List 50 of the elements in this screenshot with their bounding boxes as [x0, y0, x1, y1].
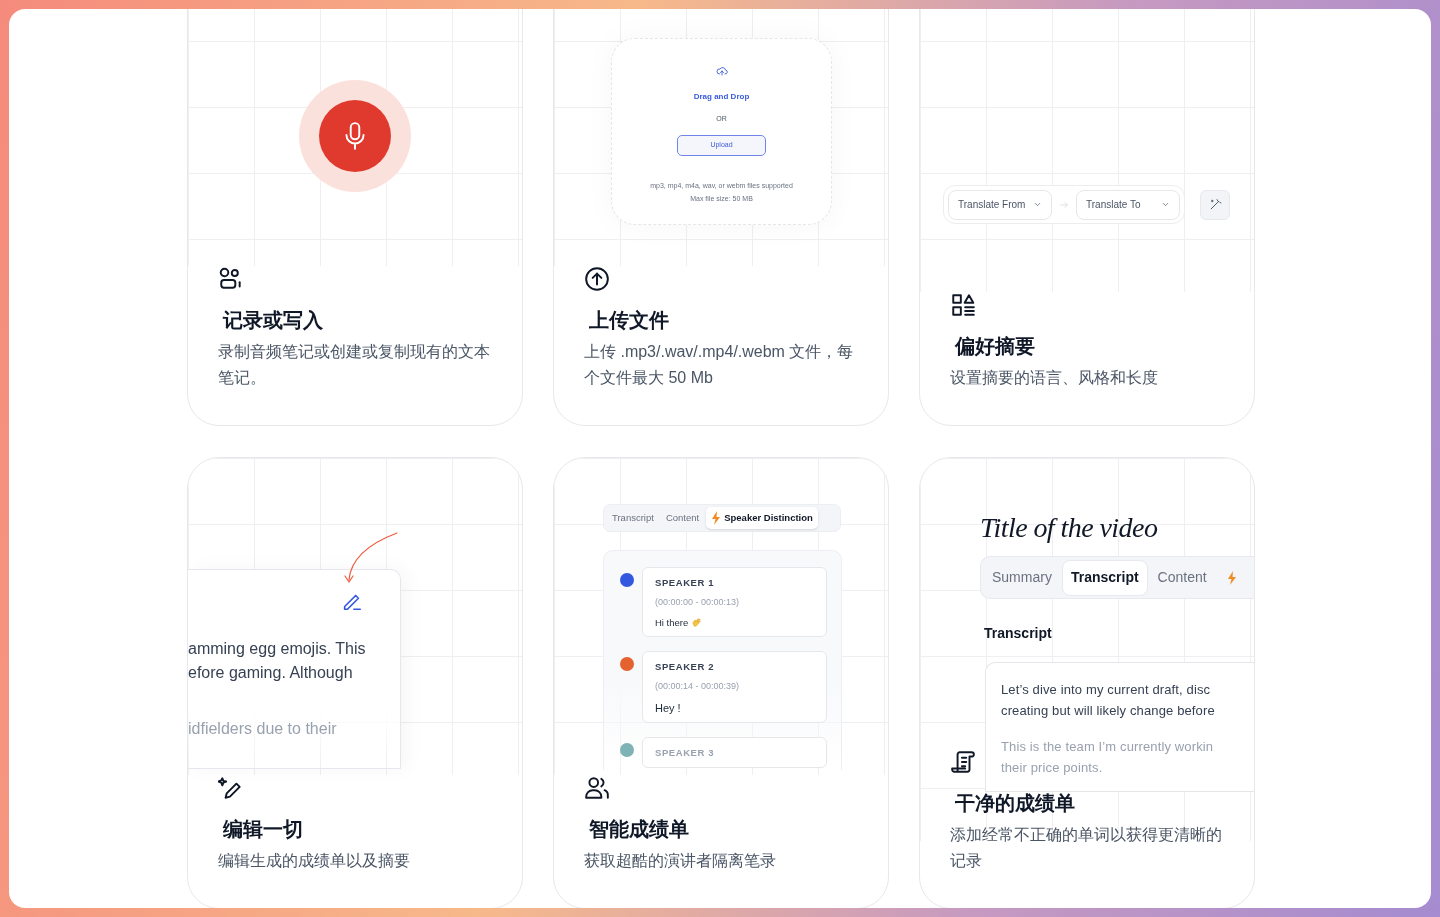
card-title: 记录或写入 — [223, 308, 324, 333]
section-heading: Transcript — [983, 624, 1053, 643]
editor-text-line: efore gaming. Although — [188, 664, 354, 682]
shapes-icon — [950, 292, 976, 318]
tab[interactable]: Content — [660, 507, 705, 529]
card-title: 偏好摘要 — [955, 334, 1036, 359]
editor-text-line: idfielders due to their — [188, 720, 338, 738]
card-description: 编辑生成的成绩单以及摘要 — [218, 851, 411, 871]
people-icon — [218, 266, 244, 292]
transcript-line: Let’s dive into my current draft, disc — [1001, 681, 1212, 699]
language-dropdown[interactable]: Translate To — [1076, 189, 1180, 220]
arrow-right-icon — [1059, 199, 1069, 210]
scroll-icon — [950, 749, 976, 775]
cloud-upload-icon — [715, 65, 728, 77]
chevron-down-icon — [1033, 200, 1042, 209]
transcript-line: their price points. — [1001, 759, 1104, 777]
editor-text-line: amming egg emojis. This — [188, 640, 367, 658]
users-icon — [584, 775, 610, 801]
tab[interactable]: Transcript — [607, 507, 659, 529]
card-title: 智能成绩单 — [589, 817, 690, 842]
card-title: 干净的成绩单 — [955, 791, 1076, 816]
bolt-icon — [711, 511, 722, 525]
speaker-message: Hey ! — [655, 700, 681, 716]
language-dropdown[interactable]: Translate From — [948, 189, 1052, 220]
upload-heading: Drag and Drop — [693, 91, 750, 103]
upload-icon — [584, 266, 610, 292]
tab[interactable]: Transcript — [1061, 559, 1148, 596]
video-title: Title of the video — [980, 511, 1159, 545]
tab[interactable]: Speaker Distinction — [706, 507, 818, 529]
transcript-line: creating but will likely change before — [1001, 702, 1216, 720]
magic-wand-icon — [1208, 198, 1222, 211]
card-description: 添加经常不正确的单词以获得更清晰的记录 — [950, 825, 1223, 871]
speaker-message: Hi there — [655, 615, 689, 630]
timestamp: (00:00:14 - 00:00:39) — [655, 680, 741, 694]
text-editor-panel[interactable]: amming egg emojis. This efore gaming. Although idfielders due to their — [188, 569, 401, 769]
card-description: 获取超酷的演讲者隔离笔录 — [584, 851, 777, 871]
speaker-name: SPEAKER 2 — [655, 660, 715, 674]
speaker-name: SPEAKER 3 — [655, 746, 715, 761]
chevron-down-icon — [1161, 200, 1170, 209]
bolt-icon — [1226, 570, 1237, 585]
card-title: 编辑一切 — [223, 817, 304, 842]
transcript-line: This is the team I’m currently workin — [1001, 738, 1215, 756]
card-description: 上传 .mp3/.wav/.mp4/.webm 文件，每个文件最大 50 Mb — [584, 342, 855, 388]
speaker-name: SPEAKER 1 — [655, 576, 715, 590]
tab[interactable]: Summary — [984, 559, 1060, 596]
tab[interactable]: Content — [1149, 559, 1215, 596]
timestamp: (00:00:00 - 00:00:13) — [655, 596, 741, 610]
card-title: 上传文件 — [589, 308, 670, 333]
card-description: 录制音频笔记或创建或复制现有的文本笔记。 — [218, 342, 491, 388]
card-description: 设置摘要的语言、风格和长度 — [950, 368, 1159, 388]
